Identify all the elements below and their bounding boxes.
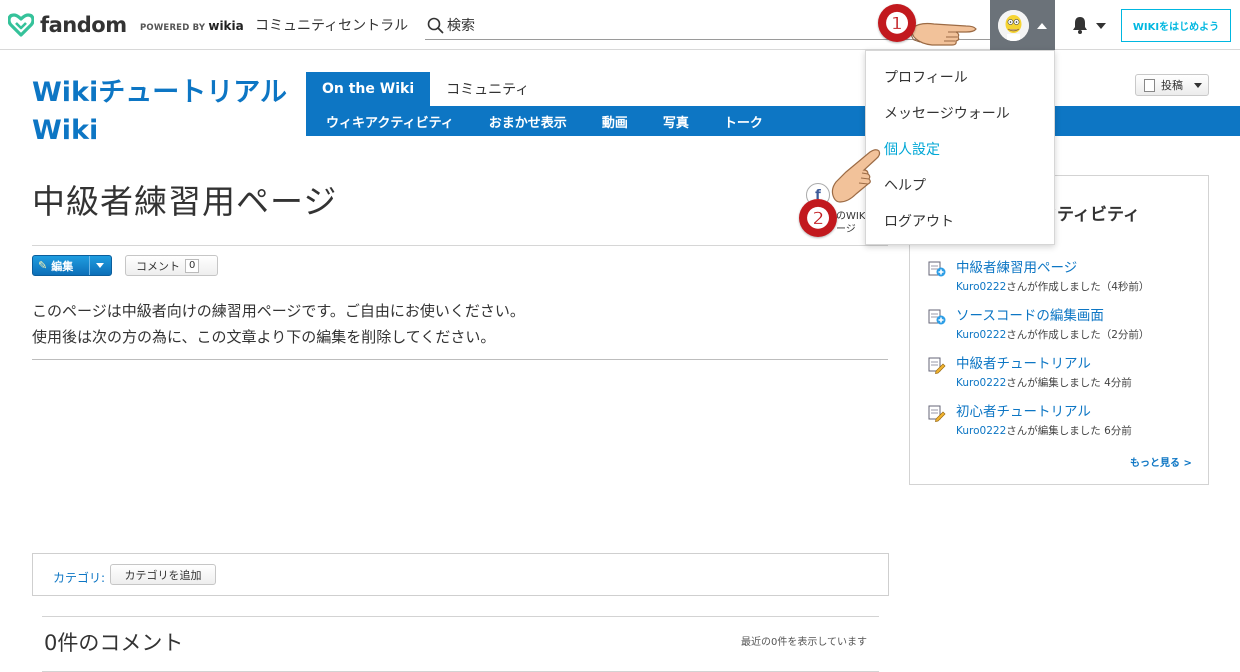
edit-page-icon: [928, 357, 946, 374]
fandom-logo[interactable]: fandom: [8, 10, 127, 40]
comment-button[interactable]: コメント 0: [125, 255, 218, 276]
activity-title-link[interactable]: ソースコードの編集画面: [956, 304, 1104, 324]
activity-meta: Kuro0222さんが編集しました 6分前: [956, 423, 1132, 438]
add-category-button[interactable]: カテゴリを追加: [110, 564, 216, 585]
activity-title-link[interactable]: 中級者練習用ページ: [956, 256, 1077, 276]
activity-user-link[interactable]: Kuro0222: [956, 377, 1006, 389]
user-menu-button[interactable]: [990, 0, 1055, 50]
edit-button[interactable]: ✎ 編集: [32, 255, 112, 276]
wiki-subnav: ウィキアクティビティ おまかせ表示 動画 写真 トーク: [306, 106, 1240, 136]
comment-count-badge: 0: [185, 258, 200, 273]
chevron-down-icon: [1194, 83, 1202, 88]
user-dropdown-menu: プロフィール メッセージウォール 個人設定 ヘルプ ログアウト: [865, 50, 1055, 245]
body-line-2: 使用後は次の方の為に、この文章より下の編集を削除してください。: [32, 328, 496, 346]
activity-item: 中級者チュートリアル Kuro0222さんが編集しました 4分前: [928, 352, 1198, 396]
subnav-random-page[interactable]: おまかせ表示: [489, 112, 567, 131]
divider: [32, 359, 888, 360]
divider: [89, 256, 90, 275]
activity-title-link[interactable]: 初心者チュートリアル: [956, 400, 1091, 420]
pointing-hand-1-icon: [910, 22, 977, 46]
categories-box: カテゴリ: カテゴリを追加: [32, 553, 889, 596]
tab-community[interactable]: コミュニティ: [430, 72, 545, 106]
article-body: このページは中級者向けの練習用ページです。ご自由にお使いください。 使用後は次の…: [32, 298, 525, 350]
document-icon: [1144, 78, 1155, 92]
share-caption: のWIKI ージ: [836, 210, 866, 236]
step-1-badge: ❶: [878, 4, 916, 42]
activity-action: さんが編集しました 6分前: [1006, 425, 1132, 437]
activity-user-link[interactable]: Kuro0222: [956, 329, 1006, 341]
caret-up-icon: [1037, 23, 1047, 29]
pointing-hand-2-icon: [831, 149, 881, 203]
activity-item: 中級者練習用ページ Kuro0222さんが作成しました（4秒前）: [928, 256, 1198, 300]
search-input[interactable]: [447, 15, 947, 37]
activity-meta: Kuro0222さんが作成しました（2分前）: [956, 327, 1149, 342]
subnav-videos[interactable]: 動画: [602, 112, 628, 131]
new-page-icon: [928, 261, 946, 277]
page-title: 中級者練習用ページ: [32, 182, 338, 221]
edit-page-icon: [928, 405, 946, 422]
wiki-tabs: On the Wiki コミュニティ: [306, 72, 545, 106]
menu-item-message-wall[interactable]: メッセージウォール: [884, 103, 1010, 123]
activity-action: さんが編集しました 4分前: [1006, 377, 1132, 389]
notifications-button[interactable]: [1070, 15, 1110, 37]
edit-label: 編集: [51, 259, 74, 273]
caret-down-icon: [1096, 23, 1106, 29]
step-2-badge: ❷: [799, 199, 837, 237]
contribute-button[interactable]: 投稿: [1135, 74, 1209, 96]
comments-heading: 0件のコメント: [44, 631, 184, 655]
subnav-photos[interactable]: 写真: [663, 112, 689, 131]
comments-meta: 最近の0件を表示しています: [741, 637, 868, 648]
contribute-label: 投稿: [1161, 79, 1183, 92]
share-caption-line-1: のWIKI: [836, 211, 866, 222]
menu-item-preferences[interactable]: 個人設定: [884, 139, 940, 159]
activity-user-link[interactable]: Kuro0222: [956, 425, 1006, 437]
search-icon: [427, 17, 444, 34]
fandom-wordmark: fandom: [40, 13, 127, 37]
menu-item-help[interactable]: ヘルプ: [884, 175, 926, 195]
bell-icon: [1073, 17, 1087, 34]
tab-on-the-wiki[interactable]: On the Wiki: [306, 72, 431, 106]
start-wiki-button[interactable]: WIKIをはじめよう: [1121, 9, 1231, 42]
activity-item: ソースコードの編集画面 Kuro0222さんが作成しました（2分前）: [928, 304, 1198, 348]
comment-label: コメント: [136, 259, 180, 273]
powered-by-text: POWERED BY: [140, 23, 206, 33]
activity-user-link[interactable]: Kuro0222: [956, 281, 1006, 293]
chevron-down-icon[interactable]: [96, 263, 104, 268]
avatar: [998, 10, 1029, 41]
wiki-name[interactable]: Wikiチュートリアル Wiki: [32, 74, 292, 150]
body-line-1: このページは中級者向けの練習用ページです。ご自由にお使いください。: [32, 302, 525, 320]
pencil-icon: ✎: [38, 259, 48, 272]
menu-item-logout[interactable]: ログアウト: [884, 211, 954, 231]
activity-title-link[interactable]: 中級者チュートリアル: [956, 352, 1091, 372]
subnav-wiki-activity[interactable]: ウィキアクティビティ: [326, 112, 454, 131]
wikia-brand: wikia: [208, 19, 244, 33]
activity-action: さんが作成しました（4秒前）: [1006, 281, 1150, 293]
avatar-image-icon: [998, 10, 1029, 41]
see-more-link[interactable]: もっと見る >: [1130, 454, 1192, 469]
subnav-talk[interactable]: トーク: [724, 112, 763, 131]
categories-link[interactable]: カテゴリ:: [53, 569, 105, 586]
menu-item-profile[interactable]: プロフィール: [884, 67, 968, 87]
divider: [42, 616, 879, 617]
global-navigation: fandom POWERED BY wikia コミュニティセントラル 検索 W…: [0, 0, 1240, 50]
activity-action: さんが作成しました（2分前）: [1006, 329, 1150, 341]
community-central-link[interactable]: コミュニティセントラル: [255, 15, 408, 35]
divider: [32, 245, 888, 246]
new-page-icon: [928, 309, 946, 325]
powered-by-wikia: POWERED BY wikia: [140, 19, 244, 33]
fandom-heart-icon: [8, 13, 34, 37]
activity-meta: Kuro0222さんが作成しました（4秒前）: [956, 279, 1149, 294]
activity-meta: Kuro0222さんが編集しました 4分前: [956, 375, 1132, 390]
share-caption-line-2: ージ: [836, 224, 856, 235]
activity-item: 初心者チュートリアル Kuro0222さんが編集しました 6分前: [928, 400, 1198, 444]
